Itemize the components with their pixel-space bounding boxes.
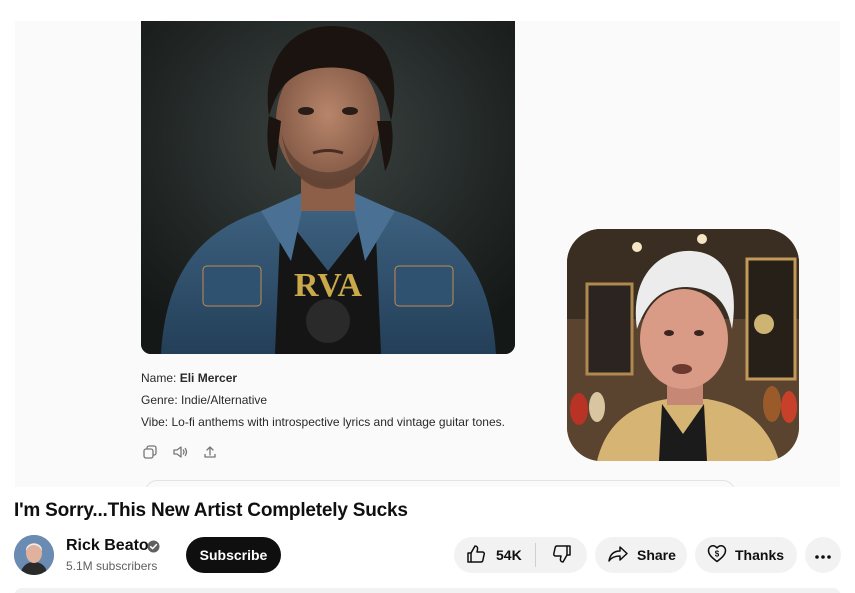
chat-input-edge (145, 480, 735, 487)
thumbs-down-icon (552, 544, 572, 567)
share-arrow-icon (607, 545, 629, 566)
subscriber-count: 5.1M subscribers (66, 559, 158, 573)
copy-icon (141, 443, 159, 461)
upload-icon (201, 443, 219, 461)
dislike-button[interactable] (536, 537, 587, 573)
artist-name-row: Name: Eli Mercer (141, 367, 505, 389)
svg-text:$: $ (715, 550, 720, 559)
description-box-edge[interactable] (14, 588, 841, 593)
heart-dollar-icon: $ (707, 544, 727, 566)
shirt-print-text: RVA (294, 267, 363, 304)
video-player[interactable]: RVA Name: Eli Mercer Genre: Indie/Altern… (15, 21, 840, 487)
channel-avatar[interactable] (14, 535, 54, 575)
share-label: Share (637, 547, 676, 563)
artist-name: Eli Mercer (179, 371, 238, 385)
share-button[interactable]: Share (595, 537, 687, 573)
artist-portrait-image: RVA (141, 21, 515, 354)
video-title: I'm Sorry...This New Artist Completely S… (14, 500, 408, 521)
artist-vibe: Vibe: Lo-fi anthems with introspective l… (141, 415, 505, 429)
chat-tool-icons (141, 443, 219, 461)
speaker-icon (171, 443, 189, 461)
thumbs-up-icon (466, 544, 486, 567)
more-horizontal-icon (814, 547, 832, 563)
youtube-watch-page: RVA Name: Eli Mercer Genre: Indie/Altern… (0, 0, 855, 593)
verified-check-icon (147, 540, 160, 553)
like-count: 54K (496, 547, 522, 563)
like-dislike-group: 54K (454, 537, 587, 573)
like-button[interactable]: 54K (454, 537, 535, 573)
thanks-label: Thanks (735, 547, 785, 563)
channel-name-link[interactable]: Rick Beato (66, 537, 149, 555)
artist-info: Name: Eli Mercer Genre: Indie/Alternativ… (141, 367, 505, 433)
artist-genre: Genre: Indie/Alternative (141, 393, 268, 407)
more-actions-button[interactable] (805, 537, 841, 573)
subscribe-button[interactable]: Subscribe (186, 537, 281, 573)
host-webcam-overlay (567, 229, 799, 461)
name-label: Name: (141, 371, 180, 385)
thanks-button[interactable]: $ Thanks (695, 537, 797, 573)
